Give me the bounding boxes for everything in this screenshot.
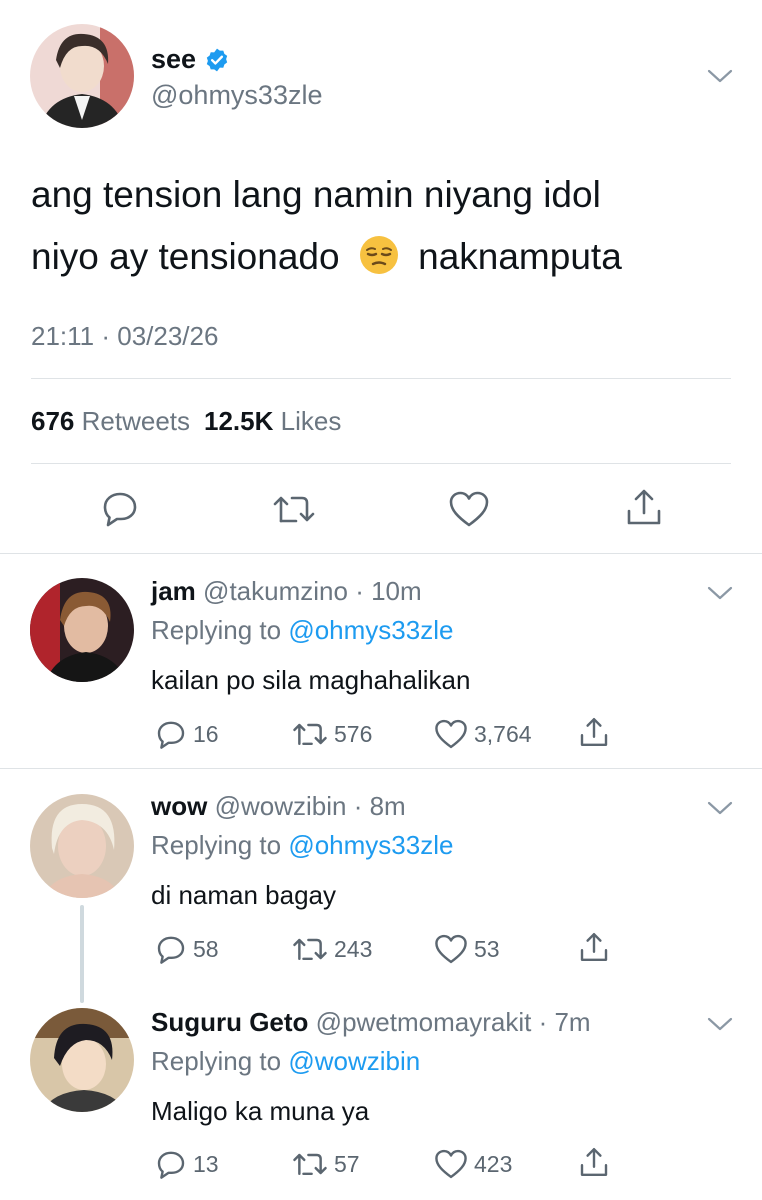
chevron-down-icon[interactable] [707,1016,733,1037]
reply-button[interactable]: 13 [155,1148,219,1180]
share-icon [580,933,608,961]
retweet-icon [293,723,327,746]
reply-icon [157,936,185,964]
reply-text: di naman bagay [151,880,337,910]
display-name[interactable]: see [151,44,196,75]
avatar[interactable] [30,578,134,682]
reply-icon [157,721,185,749]
retweets-stat[interactable]: 676 Retweets [31,406,190,437]
chevron-down-icon[interactable] [707,68,733,89]
retweet-button[interactable]: 57 [292,1148,360,1180]
reply-text: kailan po sila maghahalikan [151,665,471,695]
replying-to: Replying to @ohmys33zle [151,830,454,860]
reply-button[interactable]: 16 [155,718,219,750]
tweet-stats: 676 Retweets 12.5K Likes [31,406,341,437]
share-button[interactable] [624,487,664,532]
like-icon [435,1149,467,1179]
replying-to: Replying to @wowzibin [151,1046,421,1076]
share-icon [627,489,661,525]
replying-to: Replying to @ohmys33zle [151,615,454,645]
thread-line [80,905,84,1003]
share-button[interactable] [578,716,610,748]
avatar[interactable] [30,24,134,128]
mention-link[interactable]: @ohmys33zle [288,615,453,645]
handle[interactable]: @wowzibin [215,791,347,821]
chevron-down-icon[interactable] [707,585,733,606]
like-button[interactable]: 53 [434,933,500,965]
mention-link[interactable]: @wowzibin [288,1046,420,1076]
tweet-timestamp[interactable]: 21:11 · 03/23/26 [31,321,218,352]
retweet-icon [273,496,315,523]
chevron-down-icon[interactable] [707,800,733,821]
retweet-icon [293,938,327,961]
reply-time[interactable]: · 8m [354,791,406,821]
handle[interactable]: @takumzino [203,576,348,606]
divider [31,378,731,379]
reply-button[interactable]: 58 [155,933,219,965]
likes-stat[interactable]: 12.5K Likes [204,406,341,437]
share-button[interactable] [578,931,610,963]
like-icon [435,934,467,964]
avatar[interactable] [30,794,134,898]
like-button[interactable]: 423 [434,1148,512,1180]
avatar[interactable] [30,1008,134,1112]
like-icon [449,491,489,527]
reply-text: Maligo ka muna ya [151,1096,370,1126]
divider [0,553,762,554]
mention-link[interactable]: @ohmys33zle [288,830,453,860]
tweet-text-line-2: niyo ay tensionado naknamputa [31,226,622,288]
tweet-text: ang tension lang namin niyang idol niyo … [31,164,622,288]
reply-icon [157,1151,185,1179]
display-name[interactable]: Suguru Geto [151,1007,308,1037]
like-button[interactable]: 3,764 [434,718,532,750]
retweet-icon [293,1153,327,1176]
share-icon [580,1148,608,1176]
share-button[interactable] [578,1146,610,1178]
verified-badge-icon [204,47,230,73]
handle[interactable]: @ohmys33zle [151,80,322,111]
divider [0,768,762,769]
share-icon [580,718,608,746]
like-button[interactable] [448,490,490,533]
reply-time[interactable]: · 7m [539,1007,591,1037]
display-name[interactable]: jam [151,576,196,606]
reply-icon [103,492,137,527]
tweet-text-line-1: ang tension lang namin niyang idol [31,174,601,215]
handle[interactable]: @pwetmomayrakit [316,1007,532,1037]
display-name[interactable]: wow [151,791,207,821]
retweet-button[interactable] [272,490,316,533]
retweet-button[interactable]: 243 [292,933,372,965]
unamused-emoji [358,233,400,275]
reply-time[interactable]: · 10m [355,576,421,606]
like-icon [435,719,467,749]
retweet-button[interactable]: 576 [292,718,372,750]
reply-button[interactable] [100,488,140,533]
divider [31,463,731,464]
